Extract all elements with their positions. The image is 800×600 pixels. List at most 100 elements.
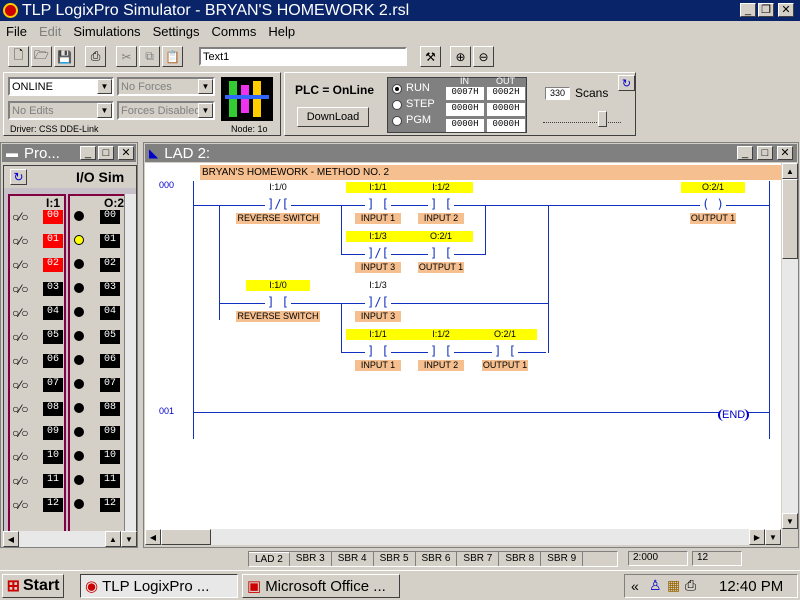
minimize-button[interactable]: _ [80,146,96,160]
no-contact[interactable]: ] [ [428,345,454,358]
nc-contact[interactable]: ]/[ [365,247,391,260]
tray-chevron[interactable]: « [631,578,639,594]
no-contact[interactable]: ] [ [428,198,454,211]
switch-icon[interactable]: ○⁄○ [12,282,29,296]
switch-icon[interactable]: ○⁄○ [12,474,29,488]
input-row[interactable]: ○⁄○ 11 [10,470,66,492]
text-field[interactable]: Text1 [199,47,407,66]
ladder-hscroll[interactable]: ◀ ▶ ▼ [145,529,782,545]
menu-comms[interactable]: Comms [206,24,263,39]
input-row[interactable]: ○⁄○ 10 [10,446,66,468]
input-row[interactable]: ○⁄○ 12 [10,494,66,516]
ladder-vscroll[interactable]: ▲ ▼ [782,163,798,529]
close-button[interactable]: ✕ [778,3,794,17]
scroll-left-icon[interactable]: ◀ [145,529,161,545]
input-row[interactable]: ○⁄○ 02 [10,254,66,276]
input-row[interactable]: ○⁄○ 07 [10,374,66,396]
forces-dropdown[interactable]: No Forces ▼ [117,77,215,96]
scan-speed-slider[interactable] [543,107,621,127]
ladder-canvas[interactable]: BRYAN'S HOMEWORK - METHOD NO. 2 000 001 … [145,163,781,529]
scroll-down-icon[interactable]: ▼ [782,513,798,529]
no-contact[interactable]: ] [ [428,247,454,260]
close-button[interactable]: ✕ [777,146,793,160]
maximize-button[interactable]: □ [757,146,773,160]
refresh-icon[interactable]: ↻ [618,75,635,91]
scroll-thumb[interactable] [161,529,211,545]
save-icon[interactable]: 💾 [54,46,75,67]
tray-printer-icon[interactable]: ⎙ [685,577,696,594]
task-microsoft-office[interactable]: ▣ Microsoft Office ... [242,574,400,598]
tray-wizard-icon[interactable]: ♙ [649,577,662,594]
tab-sbr-8[interactable]: SBR 8 [499,552,542,566]
tools-icon[interactable]: ⚒ [420,46,441,67]
input-row[interactable]: ○⁄○ 09 [10,422,66,444]
switch-icon[interactable]: ○⁄○ [12,378,29,392]
io-hscroll[interactable]: ◀ ▲ ▼ [3,531,137,547]
tab-sbr-5[interactable]: SBR 5 [374,552,416,566]
input-row[interactable]: ○⁄○ 05 [10,326,66,348]
tab-sbr-7[interactable]: SBR 7 [457,552,500,566]
no-contact[interactable]: ] [ [265,296,291,309]
tray-network-icon[interactable]: ▦ [667,577,680,594]
switch-icon[interactable]: ○⁄○ [12,210,29,224]
menu-edit[interactable]: Edit [33,24,67,39]
switch-icon[interactable]: ○⁄○ [12,258,29,272]
run-radio[interactable] [392,84,402,94]
mode-dropdown[interactable]: ONLINE ▼ [8,77,114,96]
zoom-out-icon[interactable]: ⊖ [473,46,494,67]
copy-icon[interactable]: ⧉ [139,46,160,67]
open-folder-icon[interactable]: 🗁 [31,46,52,67]
input-row[interactable]: ○⁄○ 06 [10,350,66,372]
switch-icon[interactable]: ○⁄○ [12,402,29,416]
slider-thumb[interactable] [598,111,607,127]
nc-contact[interactable]: ]/[ [265,198,291,211]
io-vscroll[interactable] [124,194,136,546]
paste-icon[interactable]: 📋 [162,46,183,67]
cut-icon[interactable]: ✂ [116,46,137,67]
task-tlp-logixpro[interactable]: ◉ TLP LogixPro ... [80,574,238,598]
switch-icon[interactable]: ○⁄○ [12,426,29,440]
tab-sbr-3[interactable]: SBR 3 [290,552,332,566]
no-contact[interactable]: ] [ [492,345,518,358]
pgm-radio[interactable] [392,116,402,126]
tab-lad-2[interactable]: LAD 2 [249,552,290,566]
tab-sbr-6[interactable]: SBR 6 [416,552,458,566]
input-row[interactable]: ○⁄○ 03 [10,278,66,300]
new-file-icon[interactable]: 🗋 [8,46,29,67]
start-button[interactable]: ⊞ Start [2,574,64,598]
scroll-right-icon[interactable]: ▶ [749,529,765,545]
switch-icon[interactable]: ○⁄○ [12,330,29,344]
restore-button[interactable]: ❐ [758,3,774,17]
edits-dropdown[interactable]: No Edits ▼ [8,101,114,120]
refresh-icon[interactable]: ↻ [10,169,27,185]
scroll-down-icon[interactable]: ▼ [121,531,137,547]
tab-sbr-4[interactable]: SBR 4 [332,552,374,566]
input-row[interactable]: ○⁄○ 00 [10,206,66,228]
print-icon[interactable]: ⎙ [85,46,106,67]
no-contact[interactable]: ] [ [365,198,391,211]
close-button[interactable]: ✕ [118,146,134,160]
switch-icon[interactable]: ○⁄○ [12,450,29,464]
minimize-button[interactable]: _ [740,3,756,17]
forces-state-dropdown[interactable]: Forces Disabled ▼ [117,101,215,120]
output-coil[interactable]: ( ) [700,198,726,211]
switch-icon[interactable]: ○⁄○ [12,354,29,368]
maximize-button[interactable]: □ [98,146,114,160]
scroll-up-icon[interactable]: ▲ [105,531,121,547]
zoom-in-icon[interactable]: ⊕ [450,46,471,67]
input-row[interactable]: ○⁄○ 04 [10,302,66,324]
switch-icon[interactable]: ○⁄○ [12,498,29,512]
input-row[interactable]: ○⁄○ 08 [10,398,66,420]
menu-file[interactable]: File [0,24,33,39]
scroll-up-icon[interactable]: ▲ [782,163,798,179]
input-row[interactable]: ○⁄○ 01 [10,230,66,252]
minimize-button[interactable]: _ [737,146,753,160]
menu-help[interactable]: Help [262,24,301,39]
download-button[interactable]: DownLoad [297,107,369,127]
scroll-left-icon[interactable]: ◀ [3,531,19,547]
switch-icon[interactable]: ○⁄○ [12,234,29,248]
nc-contact[interactable]: ]/[ [365,296,391,309]
step-radio[interactable] [392,100,402,110]
switch-icon[interactable]: ○⁄○ [12,306,29,320]
scroll-thumb[interactable] [782,179,798,259]
